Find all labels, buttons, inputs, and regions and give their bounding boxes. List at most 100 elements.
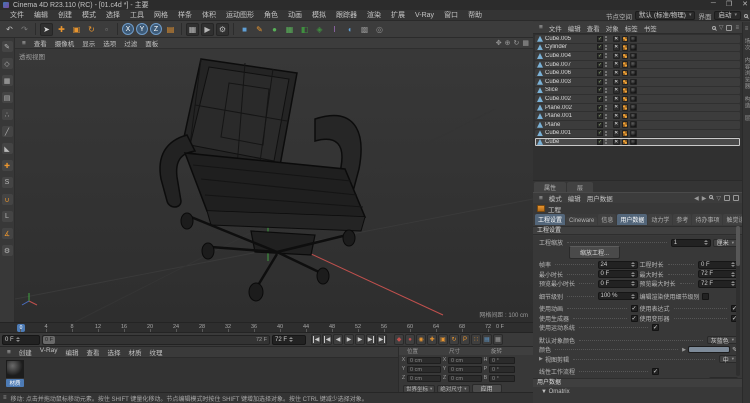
render-visibility-dot[interactable] <box>605 125 607 128</box>
material-menu-0[interactable]: 创建 <box>15 347 36 357</box>
viewport-menu-1[interactable]: 摄像机 <box>51 38 79 48</box>
material-menu-2[interactable]: 编辑 <box>62 347 83 357</box>
redo-icon[interactable]: ↷ <box>18 22 31 36</box>
prev-frame-button[interactable]: ◀ <box>333 334 343 345</box>
menu-item-12[interactable]: 模拟 <box>307 10 331 21</box>
spinner-icon[interactable] <box>731 271 735 277</box>
selection-tag-icon[interactable] <box>621 69 628 77</box>
object-row-cube-003[interactable]: Cube.003 ✓ ✕ <box>535 77 740 86</box>
om-filter-icon[interactable]: ▽ <box>719 24 724 31</box>
visibility-dots[interactable] <box>605 70 607 76</box>
coord-system-icon[interactable]: ▤ <box>164 22 177 36</box>
uvw-tag-icon[interactable]: ✕ <box>613 121 620 128</box>
last-tool-icon[interactable]: ▫ <box>100 22 113 36</box>
value-field[interactable]: 72 F <box>698 270 738 279</box>
editor-visibility-dot[interactable] <box>605 36 607 39</box>
value-field[interactable]: 0 F <box>597 279 638 288</box>
material-name-label[interactable]: 材质 <box>6 379 24 387</box>
vertical-tab-2[interactable]: 构造 <box>743 96 750 109</box>
menu-item-1[interactable]: 编辑 <box>29 10 53 21</box>
object-enabled-toggle[interactable]: ✓ <box>597 104 603 111</box>
visibility-dots[interactable] <box>605 113 607 119</box>
material-menu-3[interactable]: 查看 <box>83 347 104 357</box>
next-key-button[interactable]: ▶ <box>366 334 376 345</box>
menu-item-9[interactable]: 运动图形 <box>221 10 259 21</box>
axis-y-lock[interactable]: Y <box>136 23 148 35</box>
editor-visibility-dot[interactable] <box>605 53 607 56</box>
checkbox[interactable]: ✓ <box>652 368 659 376</box>
om-menu-3[interactable]: 对象 <box>603 23 622 33</box>
selection-tag-icon[interactable] <box>621 138 628 146</box>
uvw-tag-icon[interactable]: ✕ <box>613 130 620 137</box>
object-row-cube[interactable]: Cube ✓ ✕ <box>535 138 740 146</box>
editor-visibility-dot[interactable] <box>605 87 607 90</box>
search-icon[interactable] <box>744 13 748 18</box>
value-field[interactable]: 72 F <box>698 279 738 288</box>
checkbox[interactable] <box>701 292 709 300</box>
range-slider-thumb[interactable]: 0 F <box>43 335 55 344</box>
enable-snap-icon[interactable]: ∪ <box>1 194 13 205</box>
add-array-icon[interactable]: ▦ <box>283 22 296 36</box>
editor-visibility-dot[interactable] <box>605 105 607 108</box>
record-key-button[interactable]: ◆ <box>394 334 404 345</box>
render-visibility-dot[interactable] <box>605 142 607 145</box>
uvw-tag-icon[interactable]: ✕ <box>613 35 620 43</box>
position-field[interactable]: 0 cm <box>407 356 441 364</box>
render-visibility-dot[interactable] <box>605 73 607 76</box>
viewport-menu-5[interactable]: 面板 <box>141 38 162 48</box>
spinner-icon[interactable] <box>630 281 635 287</box>
om-menu-5[interactable]: 书签 <box>641 23 660 33</box>
editor-visibility-dot[interactable] <box>605 44 607 47</box>
value-field[interactable]: 0 F <box>597 270 638 279</box>
color-swatch[interactable] <box>688 346 731 354</box>
render-visibility-dot[interactable] <box>605 56 607 59</box>
dropdown[interactable]: 灰蓝色 ▾ <box>706 336 738 345</box>
project-scale-field[interactable]: 1 <box>670 238 711 247</box>
spinner-icon[interactable] <box>731 281 735 287</box>
editor-visibility-dot[interactable] <box>605 62 607 65</box>
expander-icon[interactable]: ▶ <box>539 356 543 362</box>
am-menu-2[interactable]: 用户数据 <box>584 193 616 203</box>
om-layout-icon[interactable] <box>726 24 733 31</box>
orbit-view-icon[interactable]: ↻ <box>514 39 520 47</box>
current-frame-field[interactable]: 0 F <box>2 334 40 345</box>
object-row-cube-006[interactable]: Cube.006 ✓ ✕ <box>535 69 740 77</box>
add-field-icon[interactable]: ▩ <box>358 22 371 36</box>
menu-item-13[interactable]: 跟踪器 <box>331 10 362 21</box>
visibility-dots[interactable] <box>605 105 607 111</box>
visibility-dots[interactable] <box>605 139 607 145</box>
next-frame-button[interactable]: ▶ <box>355 334 365 345</box>
minimize-button[interactable]: ─ <box>711 0 716 8</box>
menu-item-5[interactable]: 工具 <box>125 10 149 21</box>
menu-item-10[interactable]: 角色 <box>259 10 283 21</box>
render-visibility-dot[interactable] <box>605 133 607 136</box>
attribute-tab-5[interactable]: 参考 <box>673 214 692 225</box>
selection-tag-icon[interactable] <box>621 61 628 68</box>
history-back-icon[interactable]: ◀ <box>694 195 699 202</box>
value-field[interactable]: 0 F <box>698 260 738 269</box>
om-menu-2[interactable]: 查看 <box>584 23 603 33</box>
interface-select[interactable]: 启动 ▾ <box>714 11 741 20</box>
object-enabled-toggle[interactable]: ✓ <box>597 130 603 137</box>
prev-key-button[interactable]: ◀ <box>322 334 332 345</box>
add-camera-icon[interactable]: ◎ <box>373 22 386 36</box>
object-enabled-toggle[interactable]: ✓ <box>597 95 603 102</box>
menu-item-8[interactable]: 体积 <box>197 10 221 21</box>
om-search-icon[interactable] <box>711 25 716 30</box>
texture-tag-icon[interactable] <box>630 44 637 51</box>
attribute-tab-2[interactable]: 信息 <box>598 214 617 225</box>
editor-visibility-dot[interactable] <box>605 79 607 82</box>
selection-tag-icon[interactable] <box>621 78 628 86</box>
uvw-tag-icon[interactable]: ✕ <box>613 44 620 51</box>
material-burger-icon[interactable]: ≡ <box>3 349 15 356</box>
render-visibility-dot[interactable] <box>605 116 607 119</box>
uvw-tag-icon[interactable]: ✕ <box>613 104 620 111</box>
toggle-view-icon[interactable]: ▦ <box>522 39 529 47</box>
material-menu-5[interactable]: 材质 <box>125 347 146 357</box>
texture-tag-icon[interactable] <box>630 104 637 111</box>
attribute-burger-icon[interactable]: ≡ <box>536 195 546 202</box>
timeline-window-button[interactable]: ▦ <box>493 334 503 345</box>
menu-item-2[interactable]: 创建 <box>53 10 77 21</box>
uvw-tag-icon[interactable]: ✕ <box>613 138 620 146</box>
texture-tag-icon[interactable] <box>630 61 637 68</box>
